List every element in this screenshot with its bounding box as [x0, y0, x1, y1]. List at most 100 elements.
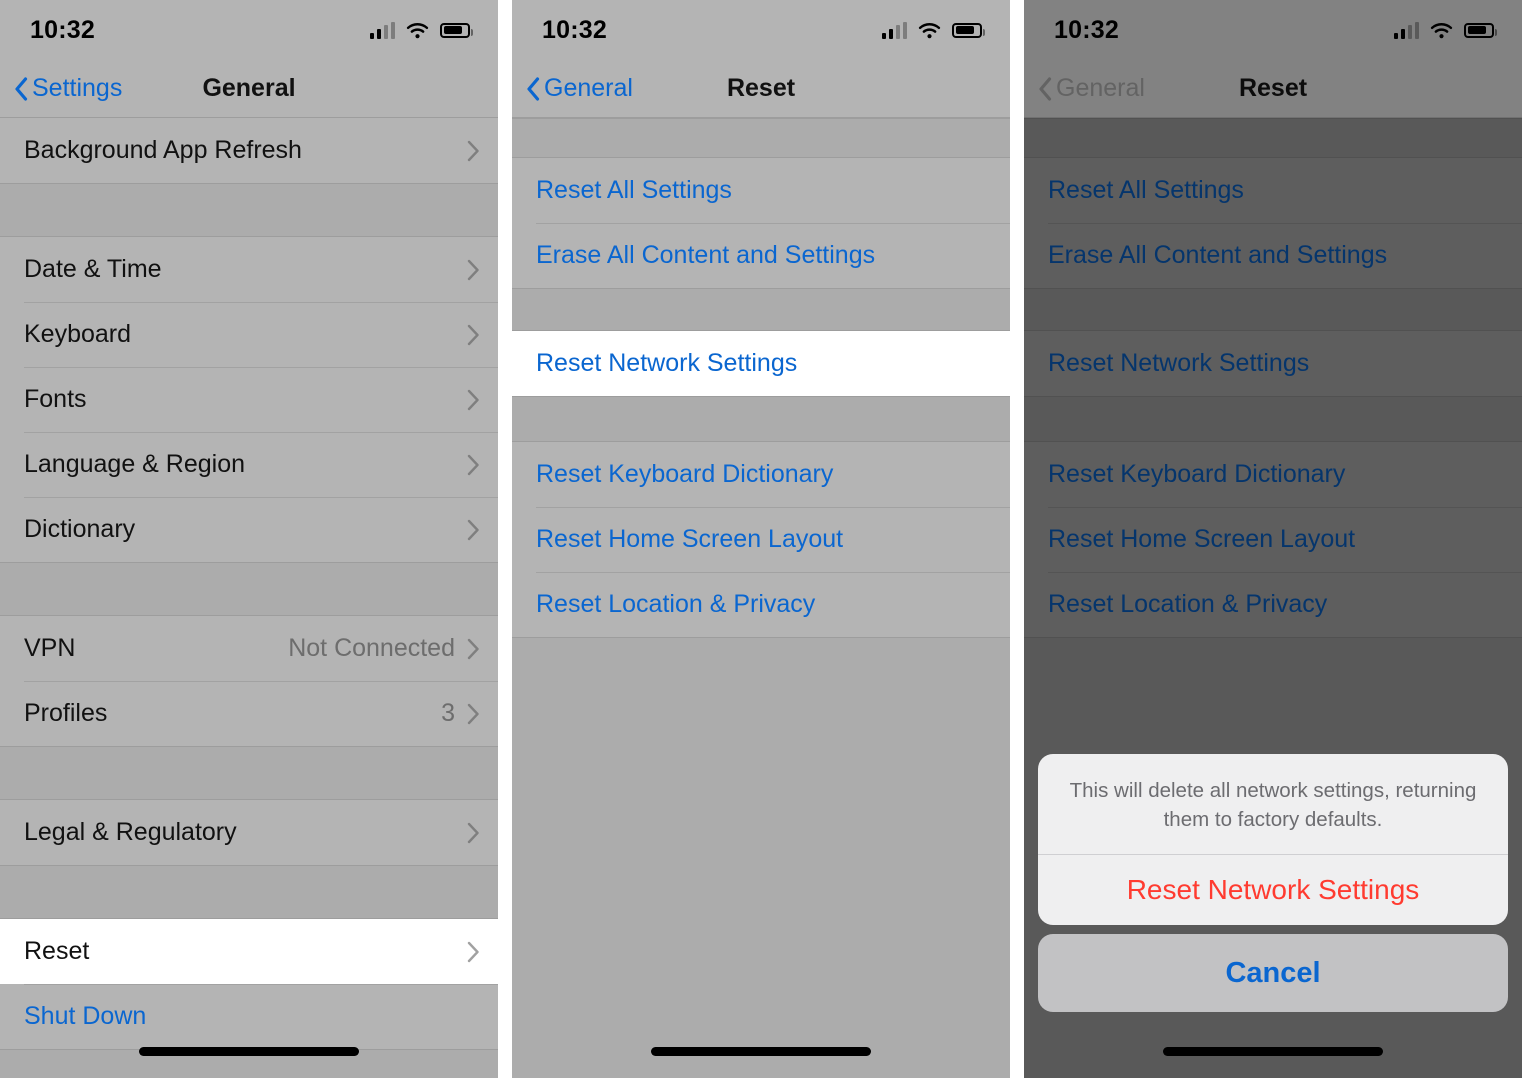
- list-item-label: Reset Network Settings: [1048, 349, 1310, 377]
- battery-icon: [440, 22, 473, 38]
- list-item-reset-network-settings[interactable]: Reset Network Settings: [512, 331, 1010, 396]
- settings-list-reset: Reset All Settings Erase All Content and …: [512, 118, 1010, 1078]
- list-item-keyboard[interactable]: Keyboard: [0, 302, 498, 367]
- list-item-label: Keyboard: [24, 320, 132, 348]
- settings-section: Reset Keyboard Dictionary Reset Home Scre…: [1024, 442, 1522, 637]
- panel-divider-2: [1010, 0, 1024, 1078]
- chevron-right-icon: [467, 703, 479, 724]
- list-item-label: Date & Time: [24, 255, 162, 283]
- cellular-signal-icon: [881, 21, 907, 39]
- list-item-reset[interactable]: Reset: [0, 919, 498, 984]
- list-item-label: Shut Down: [24, 1002, 147, 1030]
- list-item-fonts[interactable]: Fonts: [0, 367, 498, 432]
- status-bar-time: 10:32: [30, 15, 95, 44]
- chevron-right-icon: [467, 324, 479, 345]
- chevron-left-icon: [15, 76, 28, 101]
- list-item-label: VPN: [24, 634, 76, 662]
- status-bar-indicators: [1393, 21, 1497, 39]
- list-item-dictionary[interactable]: Dictionary: [0, 497, 498, 562]
- list-item-reset-keyboard-dictionary[interactable]: Reset Keyboard Dictionary: [512, 442, 1010, 507]
- list-item-label: Erase All Content and Settings: [1048, 241, 1388, 269]
- list-item-shut-down[interactable]: Shut Down: [0, 984, 498, 1049]
- status-bar-time: 10:32: [542, 15, 607, 44]
- status-bar-indicators: [369, 21, 473, 39]
- back-button-label: General: [544, 74, 633, 102]
- panel-divider-1: [498, 0, 512, 1078]
- status-bar-indicators: [881, 21, 985, 39]
- list-item-label: Legal & Regulatory: [24, 818, 237, 846]
- cancel-button[interactable]: Cancel: [1038, 934, 1508, 1012]
- list-item-label: Reset Keyboard Dictionary: [1048, 460, 1346, 488]
- list-item-reset-location-privacy[interactable]: Reset Location & Privacy: [1024, 572, 1522, 637]
- settings-section: Background App Refresh: [0, 118, 498, 183]
- list-item-reset-all-settings[interactable]: Reset All Settings: [1024, 158, 1522, 223]
- list-item-label: Reset Home Screen Layout: [1048, 525, 1356, 553]
- iphone-screen-reset: 10:32 General Reset Reset All Settings E…: [512, 0, 1010, 1078]
- wifi-icon: [406, 22, 429, 39]
- iphone-screen-reset-confirm: 10:32 General Reset Reset All Settings E…: [1024, 0, 1522, 1078]
- settings-section: Legal & Regulatory: [0, 800, 498, 865]
- settings-section: Reset Shut Down: [0, 919, 498, 1049]
- chevron-right-icon: [467, 259, 479, 280]
- list-item-erase-all-content-and-settings[interactable]: Erase All Content and Settings: [512, 223, 1010, 288]
- chevron-right-icon: [467, 454, 479, 475]
- action-sheet: This will delete all network settings, r…: [1038, 753, 1508, 1012]
- chevron-left-icon: [1039, 76, 1052, 101]
- list-item-label: Profiles: [24, 699, 108, 727]
- list-item-reset-home-screen-layout[interactable]: Reset Home Screen Layout: [512, 507, 1010, 572]
- reset-network-settings-button[interactable]: Reset Network Settings: [1038, 855, 1508, 925]
- iphone-screen-general: 10:32 Settings General Background App Re…: [0, 0, 498, 1078]
- settings-list-general: Background App Refresh Date & Time Keyboar…: [0, 118, 498, 1078]
- list-item-reset-all-settings[interactable]: Reset All Settings: [512, 158, 1010, 223]
- list-item-label: Reset Keyboard Dictionary: [536, 460, 834, 488]
- chevron-right-icon: [467, 941, 479, 962]
- back-button-settings[interactable]: Settings: [0, 74, 122, 103]
- wifi-icon: [1430, 22, 1453, 39]
- list-item-label: Reset Location & Privacy: [536, 590, 816, 618]
- list-item-date-time[interactable]: Date & Time: [0, 237, 498, 302]
- chevron-right-icon: [467, 519, 479, 540]
- section-gap-bottom: [512, 637, 1010, 1078]
- settings-section: Reset All Settings Erase All Content and …: [512, 158, 1010, 288]
- list-item-language-region[interactable]: Language & Region: [0, 432, 498, 497]
- cellular-signal-icon: [369, 21, 395, 39]
- section-gap: [512, 118, 1010, 158]
- home-indicator: [651, 1047, 871, 1056]
- section-gap: [1024, 288, 1522, 331]
- list-item-reset-home-screen-layout[interactable]: Reset Home Screen Layout: [1024, 507, 1522, 572]
- home-indicator: [139, 1047, 359, 1056]
- navigation-bar: General Reset: [1024, 60, 1522, 118]
- list-item-background-app-refresh[interactable]: Background App Refresh: [0, 118, 498, 183]
- cellular-signal-icon: [1393, 21, 1419, 39]
- section-gap: [1024, 118, 1522, 158]
- status-bar: 10:32: [512, 0, 1010, 60]
- navigation-bar: Settings General: [0, 60, 498, 118]
- list-item-profiles[interactable]: Profiles 3: [0, 681, 498, 746]
- list-item-label: Dictionary: [24, 515, 136, 543]
- action-sheet-message: This will delete all network settings, r…: [1038, 754, 1508, 855]
- list-item-label: Fonts: [24, 385, 87, 413]
- settings-section: Reset Network Settings: [1024, 331, 1522, 396]
- chevron-right-icon: [467, 822, 479, 843]
- status-bar: 10:32: [1024, 0, 1522, 60]
- back-button-general[interactable]: General: [512, 74, 633, 103]
- home-indicator: [1163, 1047, 1383, 1056]
- section-gap: [0, 865, 498, 919]
- battery-icon: [1464, 22, 1497, 38]
- list-item-reset-location-privacy[interactable]: Reset Location & Privacy: [512, 572, 1010, 637]
- section-gap: [0, 562, 498, 616]
- section-gap: [0, 183, 498, 237]
- list-item-legal-regulatory[interactable]: Legal & Regulatory: [0, 800, 498, 865]
- list-item-label: Reset All Settings: [536, 176, 732, 204]
- settings-section: Reset All Settings Erase All Content and …: [1024, 158, 1522, 288]
- section-gap: [512, 288, 1010, 331]
- chevron-right-icon: [467, 638, 479, 659]
- list-item-reset-keyboard-dictionary[interactable]: Reset Keyboard Dictionary: [1024, 442, 1522, 507]
- list-item-label: Reset Home Screen Layout: [536, 525, 844, 553]
- section-gap: [512, 396, 1010, 442]
- section-gap: [0, 746, 498, 800]
- list-item-vpn[interactable]: VPN Not Connected: [0, 616, 498, 681]
- three-screenshot-strip: 10:32 Settings General Background App Re…: [0, 0, 1524, 1078]
- list-item-reset-network-settings[interactable]: Reset Network Settings: [1024, 331, 1522, 396]
- list-item-erase-all-content-and-settings[interactable]: Erase All Content and Settings: [1024, 223, 1522, 288]
